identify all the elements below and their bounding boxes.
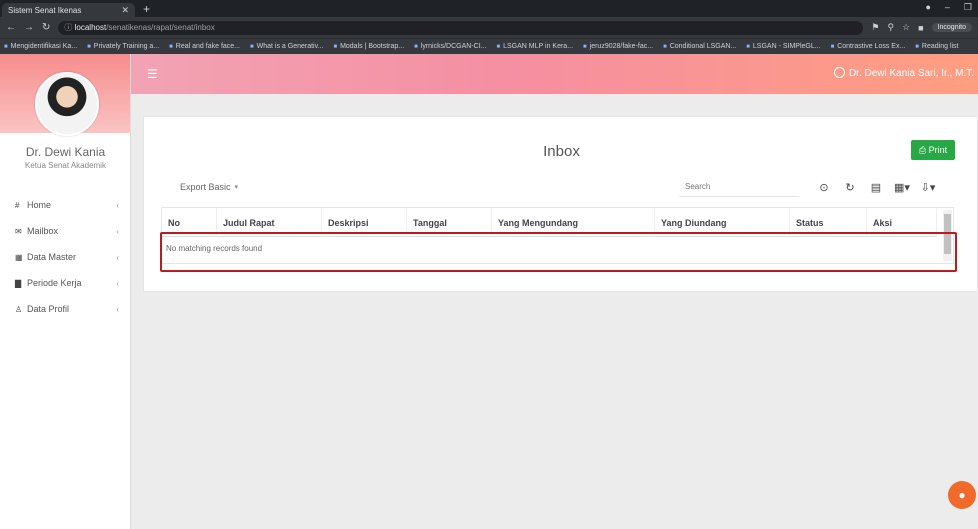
bookmark-item[interactable]: Modals | Bootstrap... [333, 43, 404, 50]
url-input[interactable]: ⓘ localhost /senatikenas/rapat/senat/inb… [58, 20, 864, 35]
user-menu-label: Dr. Dewi Kania Sari, Ir., M.T. [848, 68, 974, 79]
zoom-icon[interactable]: ⚲ [887, 22, 894, 33]
sidebar-item-label: Periode Kerja [27, 278, 82, 288]
new-tab-icon[interactable]: + [143, 2, 150, 16]
url-path: /senatikenas/rapat/senat/inbox [106, 23, 215, 32]
chat-icon: ● [958, 488, 966, 502]
refresh-icon[interactable]: ↻ [842, 181, 858, 194]
sidebar-item-mailbox[interactable]: ✉ Mailbox ‹ [0, 218, 131, 244]
table-icon: ▦ [15, 252, 23, 262]
bookmark-item[interactable]: LSGAN MLP in Kera... [497, 43, 573, 50]
toggle-icon[interactable]: ⊙ [816, 181, 832, 194]
sidebar-item-label: Mailbox [27, 226, 59, 236]
print-label: Print [928, 145, 948, 155]
sidebar-item-data-profil[interactable]: ♙ Data Profil ‹ [0, 296, 131, 322]
chevron-left-icon: ‹ [116, 304, 119, 314]
maximize-icon[interactable]: ❐ [964, 2, 972, 13]
chevron-left-icon: ‹ [116, 200, 119, 210]
bookmark-item[interactable]: Contrastive Loss Ex... [831, 43, 905, 50]
print-button[interactable]: ⎙ Print [911, 140, 955, 160]
close-icon[interactable]: ✕ [121, 5, 129, 16]
search-input[interactable] [679, 177, 799, 197]
browser-tab-bar: Sistem Senat Ikenas ✕ + ● – ❐ [0, 0, 978, 17]
user-circle-icon [833, 67, 845, 78]
bar-chart-icon: ▇ [15, 278, 22, 288]
sidebar-item-periode-kerja[interactable]: ▇ Periode Kerja ‹ [0, 270, 131, 296]
sidebar: Dr. Dewi Kania Ketua Senat Akademik # Ho… [0, 54, 131, 529]
bookmarks-bar: Mengidentifikasi Ka... Privately Trainin… [0, 38, 978, 54]
export-select[interactable]: Export Basic ▾ [174, 177, 244, 197]
extension-icon[interactable]: ■ [918, 23, 923, 33]
bookmark-item[interactable]: Reading list [915, 43, 959, 50]
bookmark-item[interactable]: lyrnicks/DCGAN-CI... [414, 43, 487, 50]
minimize-icon[interactable]: – [945, 2, 950, 13]
translate-icon[interactable]: ⚑ [871, 22, 879, 33]
chevron-left-icon: ‹ [116, 252, 119, 262]
highlight-box [160, 232, 957, 272]
export-select-value: Export Basic [180, 182, 231, 192]
bookmark-item[interactable]: Privately Training a... [87, 43, 159, 50]
bookmark-item[interactable]: Conditional LSGAN... [663, 43, 737, 50]
chevron-down-icon: ▾ [234, 184, 238, 191]
columns-icon[interactable]: ▦▾ [894, 181, 910, 194]
bookmark-item[interactable]: What is a Generativ... [250, 43, 324, 50]
user-role: Ketua Senat Akademik [25, 161, 106, 170]
user-icon: ♙ [15, 304, 23, 314]
bookmark-item[interactable]: jeruz9028/fake-fac... [583, 43, 653, 50]
export-icon[interactable]: ⇩▾ [920, 181, 936, 194]
bookmark-item[interactable]: Real and fake face... [169, 43, 240, 50]
browser-tab[interactable]: Sistem Senat Ikenas ✕ [2, 3, 135, 17]
hamburger-icon[interactable]: ☰ [147, 67, 158, 81]
browser-tab-title: Sistem Senat Ikenas [8, 5, 82, 15]
window-controls: ● – ❐ [925, 2, 972, 13]
chat-fab-button[interactable]: ● [948, 481, 976, 509]
avatar [35, 72, 99, 136]
card-view-icon[interactable]: ▤ [868, 181, 884, 194]
bookmark-item[interactable]: LSGAN - SIMPleGL... [746, 43, 821, 50]
sidebar-item-label: Data Profil [27, 304, 70, 314]
top-navbar: ☰ Dr. Dewi Kania Sari, Ir., M.T. [131, 54, 978, 94]
sidebar-item-label: Home [27, 200, 52, 210]
back-icon[interactable]: ← [6, 22, 16, 33]
user-name: Dr. Dewi Kania [25, 145, 106, 159]
envelope-icon: ✉ [15, 226, 22, 236]
sidebar-item-data-master[interactable]: ▦ Data Master ‹ [0, 244, 131, 270]
sidebar-item-label: Data Master [27, 252, 77, 262]
chevron-left-icon: ‹ [116, 278, 119, 288]
profile-icon[interactable]: ● [925, 2, 930, 13]
home-icon: # [15, 200, 20, 210]
browser-address-bar: ← → ↻ ⓘ localhost /senatikenas/rapat/sen… [0, 17, 978, 38]
url-host: localhost [74, 23, 107, 32]
incognito-badge[interactable]: Incognito [931, 23, 972, 32]
sidebar-item-home[interactable]: # Home ‹ [0, 192, 131, 218]
sidebar-menu: # Home ‹ ✉ Mailbox ‹ ▦ Data Master ‹ ▇ P… [0, 192, 131, 322]
reload-icon[interactable]: ↻ [42, 22, 50, 33]
user-menu[interactable]: Dr. Dewi Kania Sari, Ir., M.T. [833, 67, 974, 79]
bookmark-item[interactable]: Mengidentifikasi Ka... [4, 43, 78, 50]
print-icon: ⎙ [918, 144, 929, 155]
chevron-left-icon: ‹ [116, 226, 119, 236]
info-icon: ⓘ [64, 23, 75, 32]
forward-icon[interactable]: → [24, 22, 34, 33]
table-toolbar: ⊙ ↻ ▤ ▦▾ ⇩▾ [816, 177, 936, 197]
page-title: Inbox [543, 143, 580, 160]
star-icon[interactable]: ☆ [902, 22, 910, 33]
